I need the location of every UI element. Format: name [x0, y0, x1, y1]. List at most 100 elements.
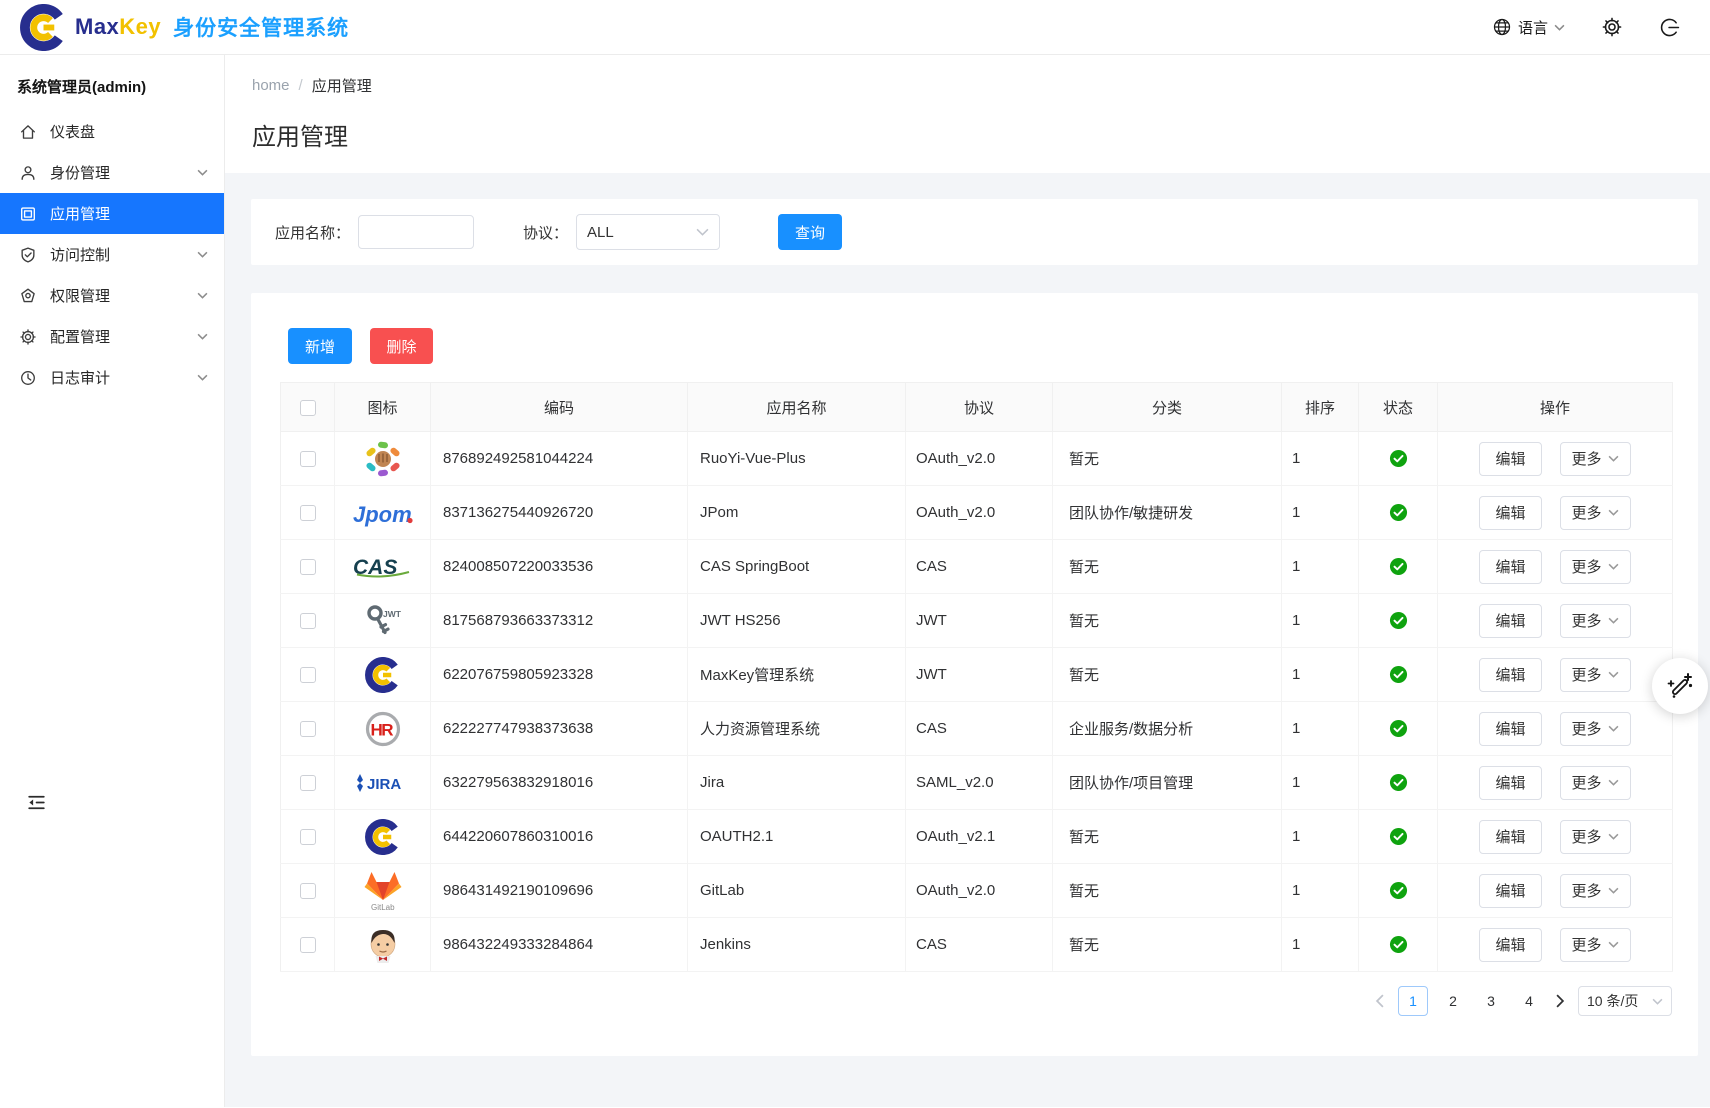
sidebar-item-label: 访问控制	[50, 244, 110, 265]
page-number-2[interactable]: 2	[1440, 986, 1466, 1016]
next-page-button[interactable]	[1554, 994, 1566, 1008]
sidebar-item-label: 身份管理	[50, 162, 110, 183]
app-name: MaxKey管理系统	[688, 648, 906, 702]
logout-button[interactable]	[1659, 17, 1680, 38]
add-button[interactable]: 新增	[288, 328, 352, 364]
page-size-select[interactable]: 10 条/页	[1578, 986, 1672, 1016]
prev-page-button[interactable]	[1374, 994, 1386, 1008]
status-cell	[1359, 702, 1438, 756]
more-button[interactable]: 更多	[1560, 712, 1631, 746]
more-button[interactable]: 更多	[1560, 820, 1631, 854]
app-category: 团队协作/项目管理	[1053, 756, 1282, 810]
status-enabled-icon	[1389, 827, 1408, 846]
row-checkbox[interactable]	[300, 559, 316, 575]
actions-cell: 编辑更多	[1438, 594, 1673, 648]
sidebar-item-award[interactable]: 权限管理	[0, 275, 224, 316]
sidebar-item-clock[interactable]: 日志审计	[0, 357, 224, 398]
actions-cell: 编辑更多	[1438, 648, 1673, 702]
edit-button[interactable]: 编辑	[1479, 712, 1541, 746]
edit-button[interactable]: 编辑	[1479, 820, 1541, 854]
more-button[interactable]: 更多	[1560, 658, 1631, 692]
jwt-app-icon: JWT	[350, 600, 416, 642]
app-code: 876892492581044224	[431, 432, 688, 486]
app-icon-cell	[335, 810, 431, 864]
app-icon-cell	[335, 918, 431, 972]
page-number-1[interactable]: 1	[1398, 986, 1428, 1016]
more-button[interactable]: 更多	[1560, 874, 1631, 908]
sidebar-item-user[interactable]: 身份管理	[0, 152, 224, 193]
edit-button[interactable]: 编辑	[1479, 766, 1541, 800]
column-header: 协议	[906, 383, 1053, 432]
edit-button[interactable]: 编辑	[1479, 874, 1541, 908]
edit-button[interactable]: 编辑	[1479, 928, 1541, 962]
edit-button[interactable]: 编辑	[1479, 550, 1541, 584]
row-checkbox[interactable]	[300, 667, 316, 683]
actions-cell: 编辑更多	[1438, 918, 1673, 972]
actions-cell: 编辑更多	[1438, 540, 1673, 594]
row-checkbox[interactable]	[300, 775, 316, 791]
sidebar-item-app[interactable]: 应用管理	[0, 193, 224, 234]
sidebar-menu: 仪表盘身份管理应用管理访问控制权限管理配置管理日志审计	[0, 111, 224, 398]
app-category: 暂无	[1053, 594, 1282, 648]
sidebar-item-home[interactable]: 仪表盘	[0, 111, 224, 152]
actions-cell: 编辑更多	[1438, 810, 1673, 864]
chevron-down-icon	[197, 374, 208, 381]
more-button[interactable]: 更多	[1560, 550, 1631, 584]
edit-button[interactable]: 编辑	[1479, 658, 1541, 692]
chevron-down-icon	[1554, 24, 1565, 31]
edit-button[interactable]: 编辑	[1479, 442, 1541, 476]
app-sort: 1	[1282, 432, 1359, 486]
status-enabled-icon	[1389, 449, 1408, 468]
column-header: 排序	[1282, 383, 1359, 432]
more-button[interactable]: 更多	[1560, 928, 1631, 962]
award-icon	[19, 287, 37, 305]
edit-button[interactable]: 编辑	[1479, 496, 1541, 530]
sidebar-item-shield[interactable]: 访问控制	[0, 234, 224, 275]
app-name-input[interactable]	[358, 215, 474, 249]
more-button[interactable]: 更多	[1560, 766, 1631, 800]
app-name: Jira	[688, 756, 906, 810]
page-number-4[interactable]: 4	[1516, 986, 1542, 1016]
more-button[interactable]: 更多	[1560, 442, 1631, 476]
hr-app-icon: HR	[350, 708, 416, 750]
magic-wand-icon	[1665, 671, 1695, 701]
delete-button[interactable]: 删除	[370, 328, 433, 364]
table-toolbar: 新增 删除	[280, 328, 1673, 364]
breadcrumb: home / 应用管理	[252, 75, 1710, 96]
status-enabled-icon	[1389, 719, 1408, 738]
sidebar-collapse-button[interactable]	[26, 792, 47, 816]
more-button[interactable]: 更多	[1560, 496, 1631, 530]
app-name: OAUTH2.1	[688, 810, 906, 864]
row-checkbox[interactable]	[300, 883, 316, 899]
breadcrumb-home-link[interactable]: home	[252, 77, 290, 94]
language-menu[interactable]: 语言	[1492, 17, 1565, 38]
actions-cell: 编辑更多	[1438, 486, 1673, 540]
status-enabled-icon	[1389, 503, 1408, 522]
more-button[interactable]: 更多	[1560, 604, 1631, 638]
row-checkbox[interactable]	[300, 829, 316, 845]
table-row: GitLab986431492190109696GitLabOAuth_v2.0…	[281, 864, 1673, 918]
table-row: 644220607860310016OAUTH2.1OAuth_v2.1暂无1 …	[281, 810, 1673, 864]
magic-wand-button[interactable]	[1652, 658, 1708, 714]
protocol-select[interactable]: ALL	[576, 214, 720, 250]
select-all-checkbox[interactable]	[300, 400, 316, 416]
row-checkbox[interactable]	[300, 613, 316, 629]
page-number-3[interactable]: 3	[1478, 986, 1504, 1016]
sidebar-item-gear[interactable]: 配置管理	[0, 316, 224, 357]
app-name-label: 应用名称：	[275, 222, 350, 243]
search-button[interactable]: 查询	[778, 214, 842, 250]
edit-button[interactable]: 编辑	[1479, 604, 1541, 638]
app-protocol: CAS	[906, 702, 1053, 756]
app-name: JWT HS256	[688, 594, 906, 648]
row-checkbox[interactable]	[300, 721, 316, 737]
row-select-cell	[281, 648, 335, 702]
row-checkbox[interactable]	[300, 505, 316, 521]
row-checkbox[interactable]	[300, 451, 316, 467]
table-row: 986432249333284864JenkinsCAS暂无1 编辑更多	[281, 918, 1673, 972]
app-icon-cell: Jpom	[335, 486, 431, 540]
settings-button[interactable]	[1601, 16, 1623, 38]
clock-icon	[19, 369, 37, 387]
chevron-down-icon	[1608, 833, 1619, 840]
column-header: 编码	[431, 383, 688, 432]
row-checkbox[interactable]	[300, 937, 316, 953]
